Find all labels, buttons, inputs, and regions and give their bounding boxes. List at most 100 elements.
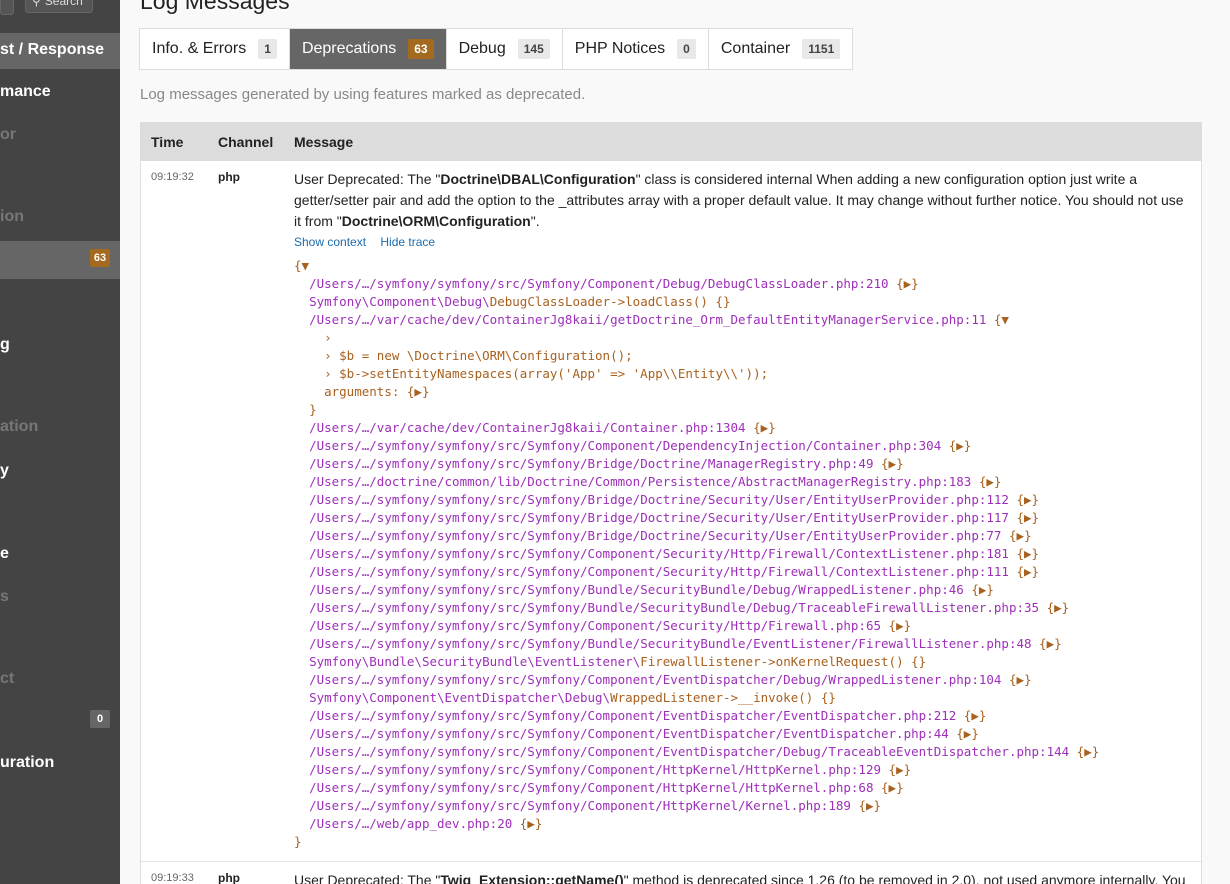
trace-expand-toggle[interactable]: {▶} [1009, 546, 1039, 561]
trace-frame[interactable]: /Users/…/symfony/symfony/src/Symfony/Bri… [294, 455, 1099, 473]
log-row: 09:19:32 php User Deprecated: The "Doctr… [141, 161, 1201, 862]
tab-info-errors[interactable]: Info. & Errors 1 [140, 29, 290, 69]
trace-frame[interactable]: /Users/…/symfony/symfony/src/Symfony/Com… [294, 761, 1099, 779]
message-method-name: Twig_Extension::getName() [440, 872, 624, 884]
log-actions: Show context Hide trace [294, 235, 446, 249]
trace-frame[interactable]: /Users/…/symfony/symfony/src/Symfony/Com… [294, 671, 1099, 689]
sidebar-item[interactable]: s [0, 580, 120, 616]
trace-expand-toggle[interactable]: {▶} [1039, 600, 1070, 615]
sidebar-item-label: ation [0, 418, 39, 435]
sidebar-item[interactable]: ion [0, 200, 120, 236]
sidebar-item[interactable]: or [0, 118, 120, 154]
trace-call: Symfony\Component\Debug\DebugClassLoader… [294, 293, 1099, 311]
search-button[interactable]: ⚲ Search [25, 0, 93, 13]
trace-expand-toggle[interactable]: {▶} [881, 762, 912, 777]
trace-frame[interactable]: /Users/…/symfony/symfony/src/Symfony/Com… [294, 617, 1099, 635]
trace-frame[interactable]: /Users/…/symfony/symfony/src/Symfony/Bun… [294, 599, 1099, 617]
trace-frame[interactable]: /Users/…/symfony/symfony/src/Symfony/Com… [294, 779, 1099, 797]
trace-expand-toggle[interactable]: {▶} [941, 438, 972, 453]
trace-frame[interactable]: /Users/…/symfony/symfony/src/Symfony/Com… [294, 275, 1099, 293]
trace-frame[interactable]: /Users/…/symfony/symfony/src/Symfony/Com… [294, 725, 1099, 743]
trace-frame[interactable]: /Users/…/var/cache/dev/ContainerJg8kaii/… [294, 311, 1099, 329]
trace-expand-toggle[interactable]: {} [904, 654, 926, 669]
trace-expand-toggle[interactable]: {▶} [881, 618, 912, 633]
sidebar-item[interactable]: ct [0, 662, 120, 698]
show-context-link[interactable]: Show context [294, 235, 366, 249]
sidebar-item[interactable]: g [0, 328, 120, 364]
sidebar-item[interactable]: 0 [0, 702, 120, 740]
tab-label: Container [720, 40, 791, 57]
trace-expand-toggle[interactable]: {▶} [1032, 636, 1062, 651]
trace-expand-toggle[interactable]: {▶} [874, 456, 904, 471]
tab-label: Deprecations [301, 40, 397, 57]
trace-expand-toggle[interactable]: {▶} [1009, 564, 1039, 579]
trace-text: } [309, 402, 317, 417]
trace-frame[interactable]: /Users/…/symfony/symfony/src/Symfony/Bri… [294, 491, 1099, 509]
tab-label: PHP Notices [574, 40, 666, 57]
trace-expand-toggle[interactable]: {▶} [1009, 510, 1039, 525]
trace-file-path: /Users/…/symfony/symfony/src/Symfony/Bri… [309, 492, 1009, 507]
tab-count-badge: 145 [517, 39, 550, 59]
sidebar-home-button[interactable] [0, 0, 14, 15]
trace-frame[interactable]: /Users/…/symfony/symfony/src/Symfony/Com… [294, 797, 1099, 815]
hide-trace-link[interactable]: Hide trace [380, 235, 435, 249]
trace-toggle[interactable]: {▼ [294, 257, 1099, 275]
trace-frame[interactable]: /Users/…/symfony/symfony/src/Symfony/Bri… [294, 509, 1099, 527]
trace-file-path: /Users/…/symfony/symfony/src/Symfony/Bun… [309, 582, 964, 597]
message-text: ". [530, 213, 540, 229]
log-row: 09:19:33 php User Deprecated: The "Twig_… [141, 860, 1201, 884]
tab-container[interactable]: Container 1151 [709, 29, 852, 69]
log-channel: php [218, 871, 240, 884]
sidebar-item[interactable]: 63 [0, 241, 120, 279]
tab-deprecations[interactable]: Deprecations 63 [289, 29, 447, 69]
trace-expand-toggle[interactable]: {▶} [956, 708, 987, 723]
trace-expand-toggle[interactable]: {▶} [949, 726, 979, 741]
trace-line: › $b = new \Doctrine\ORM\Configuration()… [294, 347, 1099, 365]
trace-expand-toggle[interactable]: {▶} [1009, 492, 1039, 507]
trace-expand-toggle[interactable]: {▶} [874, 780, 904, 795]
trace-expand-toggle[interactable]: {▶} [1001, 672, 1032, 687]
trace-text: › $b = new \Doctrine\ORM\Configuration()… [324, 348, 633, 363]
trace-expand-toggle[interactable]: {} [813, 690, 836, 705]
trace-frame[interactable]: /Users/…/symfony/symfony/src/Symfony/Com… [294, 563, 1099, 581]
trace-expand-toggle[interactable]: {▶} [746, 420, 776, 435]
sidebar-item[interactable]: ation [0, 410, 120, 446]
sidebar-item[interactable]: e [0, 537, 120, 573]
trace-frame[interactable]: /Users/…/symfony/symfony/src/Symfony/Com… [294, 437, 1099, 455]
trace-file-path: /Users/…/symfony/symfony/src/Symfony/Com… [309, 276, 889, 291]
trace-frame[interactable]: /Users/…/var/cache/dev/ContainerJg8kaii/… [294, 419, 1099, 437]
trace-frame[interactable]: /Users/…/symfony/symfony/src/Symfony/Com… [294, 743, 1099, 761]
trace-frame[interactable]: /Users/…/symfony/symfony/src/Symfony/Bun… [294, 635, 1099, 653]
trace-frame[interactable]: /Users/…/web/app_dev.php:20 {▶} [294, 815, 1099, 833]
sidebar-item[interactable]: y [0, 454, 120, 490]
log-time: 09:19:33 [151, 872, 194, 884]
log-table-header: Time Channel Message [141, 123, 1201, 161]
sidebar-item[interactable]: mance [0, 75, 120, 111]
message-text: User Deprecated: The " [294, 872, 441, 884]
page-title: Log Messages [140, 0, 290, 14]
trace-expand-toggle[interactable]: {▶} [971, 474, 1002, 489]
trace-expand-toggle[interactable]: {▼ [986, 312, 1009, 327]
trace-frame[interactable]: /Users/…/symfony/symfony/src/Symfony/Com… [294, 545, 1099, 563]
tab-debug[interactable]: Debug 145 [447, 29, 563, 69]
trace-expand-toggle[interactable]: {▶} [1001, 528, 1032, 543]
trace-expand-toggle[interactable]: {▶} [851, 798, 881, 813]
trace-expand-toggle[interactable]: {} [708, 294, 730, 309]
trace-text: DebugClassLoader->loadClass() [489, 294, 708, 309]
trace-expand-toggle[interactable]: {▶} [964, 582, 994, 597]
trace-expand-toggle[interactable]: {▶} [889, 276, 919, 291]
trace-frame[interactable]: /Users/…/doctrine/common/lib/Doctrine/Co… [294, 473, 1099, 491]
sidebar-item[interactable]: st / Response [0, 33, 120, 69]
trace-expand-toggle[interactable]: {▶} [512, 816, 543, 831]
trace-file-path: /Users/…/symfony/symfony/src/Symfony/Com… [309, 726, 949, 741]
trace-frame[interactable]: /Users/…/symfony/symfony/src/Symfony/Bun… [294, 581, 1099, 599]
trace-file-path: /Users/…/doctrine/common/lib/Doctrine/Co… [309, 474, 972, 489]
trace-frame[interactable]: /Users/…/symfony/symfony/src/Symfony/Bri… [294, 527, 1099, 545]
trace-open-brace: {▼ [294, 258, 310, 273]
trace-namespace: Symfony\Bundle\SecurityBundle\EventListe… [309, 654, 641, 669]
trace-expand-toggle[interactable]: {▶} [1069, 744, 1100, 759]
trace-frame[interactable]: /Users/…/symfony/symfony/src/Symfony/Com… [294, 707, 1099, 725]
sidebar-item[interactable]: uration [0, 746, 120, 782]
sidebar-item-label: or [0, 126, 16, 143]
tab-php-notices[interactable]: PHP Notices 0 [563, 29, 709, 69]
